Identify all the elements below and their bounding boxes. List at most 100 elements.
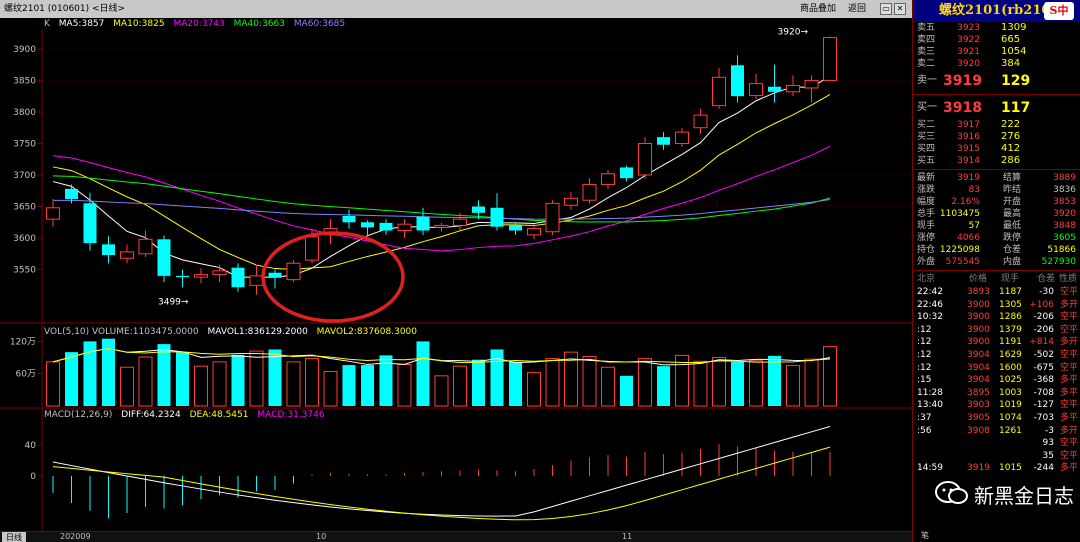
chart-title: 螺纹2101 (010601) <日线> [4,4,126,14]
quote-stats: 最新 3919 结算 3889 涨跌 83 昨结 3836 幅度 2.16% 开盘 3853 总手 110… [913,172,1080,268]
macd-tick-label: 0 [30,472,36,482]
stat-label: 最高 [1003,209,1022,219]
candle-body-down [268,272,282,278]
candle-body-down [157,239,171,276]
volume-bar-up [582,355,597,407]
stat-value: 3919 [957,173,980,183]
volume: 1309 [1001,22,1027,33]
price: 3914 [957,156,980,166]
ask-row: 卖五 3923 1309 [913,22,1080,34]
back-menu[interactable]: 返回 [848,0,866,18]
candle-body-down [472,206,485,213]
candle-body-up [120,251,134,259]
tick-diff: -368 [1033,375,1054,386]
volume-bar-up [212,361,227,407]
volume: 276 [1001,131,1021,142]
stat-row: 总手 1103475 最高 3920 [913,208,1080,220]
candle-body-down [176,275,189,278]
volume-bar-up [249,350,264,407]
volume-bar-up [693,360,708,407]
volume-bar-down [657,366,670,406]
ma40-line [52,175,831,223]
quote-title: 螺纹2101(rb2101) S中 [913,0,1080,22]
stat-row: 涨停 4066 跌停 3605 [913,232,1080,244]
stat-value: 1225098 [939,245,980,255]
tick-list[interactable]: 22:42 3893 1187 -30 空平 22:46 3900 1305 +106 多开 10:… [913,286,1080,475]
volume-bar-down [231,354,245,406]
high-price-annotation: 3920→ [778,27,809,37]
tick-time: 13:40 [917,400,943,411]
candle-body-up [675,131,689,144]
close-icon[interactable]: ✕ [894,3,906,15]
tick-diff: -708 [1033,387,1054,398]
highlight-circle [261,231,405,323]
volume-bar-up [804,358,819,407]
tick-price: 3900 [967,299,990,310]
tick-nature: 多开 [1059,337,1078,348]
tick-price: 3895 [967,387,990,398]
stat-value: 57 [968,221,980,231]
price-tick-label: 3850 [13,76,36,86]
volume-bar-down [157,344,171,406]
stat-value: 3848 [1053,221,1076,231]
candle-body-up [749,83,763,97]
tick-diff: -244 [1033,463,1054,474]
stat-label: 开盘 [1003,197,1022,207]
stat-value: 3889 [1053,173,1076,183]
tick-volume: 1379 [999,324,1022,335]
macd-tick-label: 40 [25,441,37,451]
stat-row: 持仓 1225098 仓差 51866 [913,244,1080,256]
candle-body-up [138,238,153,255]
tick-diff: -703 [1033,412,1054,423]
candle-body-down [83,203,97,244]
sogou-ime-icon: S中 [1044,2,1074,20]
tick-row: 35 空平 [913,450,1080,463]
price: 3922 [957,35,980,45]
candle-body-down [490,207,504,227]
vol-tick-label: 120万 [10,337,36,347]
stat-row: 外盘 575545 内盘 527930 [913,256,1080,268]
volume-bar-up [120,366,134,407]
tick-volume: 1261 [999,425,1022,436]
volume-bar-down [416,341,430,406]
stat-label: 现手 [917,221,936,231]
candle-body-up [286,262,301,281]
volume-bar-up [749,360,763,407]
tick-diff: -206 [1033,312,1054,323]
volume-bar-up [823,346,837,407]
volume-bar-down [361,365,374,406]
overlay-menu[interactable]: 商品叠加 [800,0,836,18]
tick-diff: -206 [1033,324,1054,335]
tick-row: 14:59 3919 1015 -244 多平 [913,462,1080,475]
stat-value: 4066 [957,233,980,243]
candle-body-down [231,267,245,288]
stat-label: 昨结 [1003,185,1022,195]
bid-row: 买四 3915 412 [913,143,1080,155]
stat-value: 3605 [1053,233,1076,243]
volume-bar-down [490,349,504,406]
price-tick-label: 3600 [13,234,36,244]
ask-row: 卖四 3922 665 [913,34,1080,46]
volume-bar-up [638,358,652,407]
volume: 412 [1001,143,1021,154]
candle-body-down [509,225,522,231]
volume-bar-up [194,365,208,407]
tick-header: 北京 价格 现手 仓差 性质 [917,274,1078,284]
chart-area[interactable]: 螺纹2101 (010601) <日线> 商品叠加 返回 ▭ ✕ K MA5:3… [0,0,912,542]
tick-time: 22:46 [917,299,943,310]
tick-time: :15 [917,375,932,386]
level-label: 卖四 [917,35,936,45]
kline-chart[interactable]: 3900 3850 3800 3750 3700 3650 3600 3550 120万 60万 4… [0,18,912,531]
restore-icon[interactable]: ▭ [880,3,892,15]
tick-price: 3904 [967,362,990,373]
tick-time: 11:28 [917,387,943,398]
stat-value: 51866 [1047,245,1076,255]
daily-tab[interactable]: 日线 [2,532,26,542]
stat-label: 外盘 [917,257,936,267]
price: 3915 [957,144,980,154]
stat-label: 幅度 [917,197,936,207]
tick-price: 3903 [967,400,990,411]
period-bar: 日线 [0,531,912,542]
tick-volume: 1187 [999,287,1022,297]
candle-body-up [249,275,264,286]
